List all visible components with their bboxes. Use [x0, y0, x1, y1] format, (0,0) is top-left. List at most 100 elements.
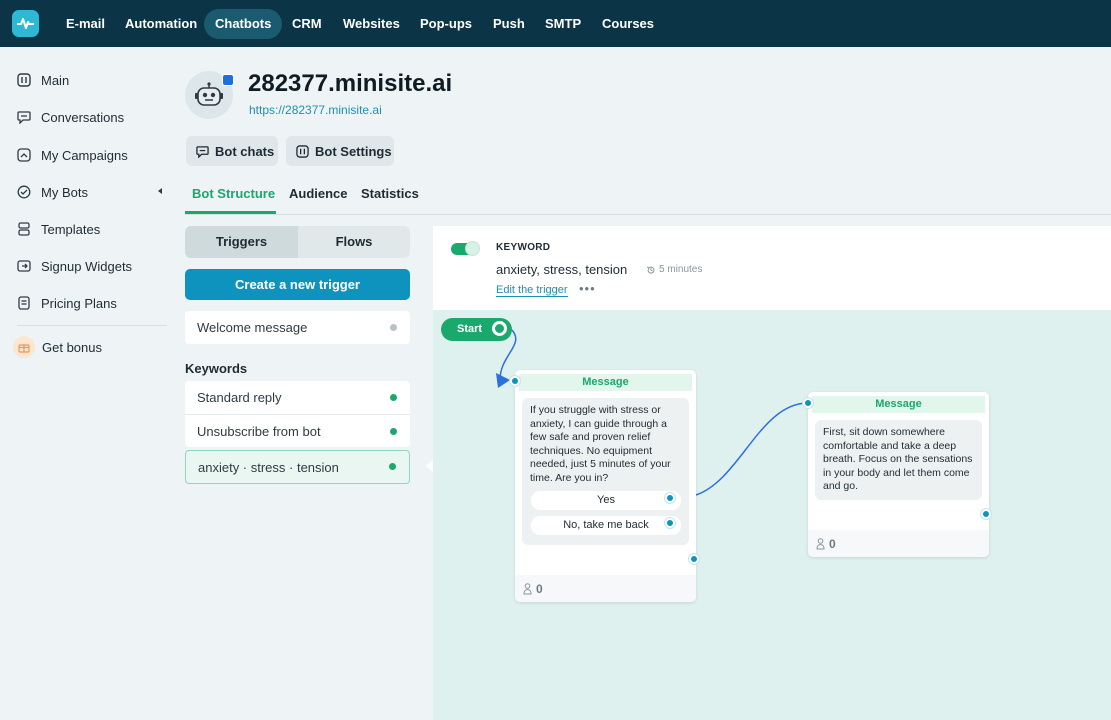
message-card-2[interactable]: Message First, sit down somewhere comfor…: [808, 392, 989, 557]
nav-courses[interactable]: Courses: [591, 9, 665, 39]
start-port-icon[interactable]: [492, 321, 507, 336]
app-logo-icon[interactable]: [12, 10, 39, 37]
nav-email[interactable]: E-mail: [55, 9, 116, 39]
input-port-icon[interactable]: [510, 376, 520, 386]
message-text: First, sit down somewhere comfortable an…: [823, 426, 973, 493]
user-icon: [816, 537, 825, 550]
bot-icon: [17, 185, 31, 199]
trigger-label: Unsubscribe from bot: [197, 423, 321, 439]
dashboard-icon: [17, 73, 31, 87]
sidebar-item-signup-widgets[interactable]: Signup Widgets: [17, 255, 132, 277]
nav-smtp[interactable]: SMTP: [534, 9, 592, 39]
sidebar-item-label: Conversations: [41, 109, 125, 125]
trigger-anxiety-stress-tension[interactable]: anxiety · stress · tension: [185, 450, 410, 484]
subscriber-count: 0: [536, 581, 543, 596]
bot-settings-button[interactable]: Bot Settings: [286, 136, 394, 166]
sidebar-divider: [17, 325, 167, 326]
nav-automation[interactable]: Automation: [114, 9, 208, 39]
nav-popups[interactable]: Pop-ups: [409, 9, 483, 39]
tab-audience[interactable]: Audience: [289, 186, 348, 201]
gift-icon: [13, 336, 35, 358]
sidebar-item-get-bonus[interactable]: Get bonus: [13, 336, 102, 358]
trigger-delay: 5 minutes: [646, 264, 702, 275]
pricing-icon: [17, 296, 31, 310]
sidebar-item-label: Templates: [41, 221, 101, 237]
output-port-icon[interactable]: [665, 518, 675, 528]
chat-icon: [17, 110, 31, 124]
campaign-icon: [17, 148, 31, 162]
trigger-label: Standard reply: [197, 390, 282, 405]
status-dot-active: [390, 428, 397, 435]
card-header: Message: [519, 374, 692, 391]
sidebar-item-label: Get bonus: [42, 339, 102, 355]
trigger-standard-reply[interactable]: Standard reply: [185, 381, 410, 414]
trigger-type-label: KEYWORD: [496, 242, 551, 253]
card-header: Message: [812, 396, 985, 413]
sidebar-item-conversations[interactable]: Conversations: [17, 106, 124, 128]
edit-trigger-link[interactable]: Edit the trigger: [496, 284, 568, 297]
sidebar: Main Conversations My Campaigns My Bots …: [0, 47, 170, 720]
trigger-welcome-message[interactable]: Welcome message: [185, 311, 410, 344]
message-text: If you struggle with stress or anxiety, …: [530, 404, 671, 484]
tab-statistics[interactable]: Statistics: [361, 186, 419, 201]
bot-url-link[interactable]: https://282377.minisite.ai: [249, 103, 382, 117]
bot-settings-label: Bot Settings: [315, 143, 392, 159]
sidebar-item-pricing-plans[interactable]: Pricing Plans: [17, 292, 117, 314]
sidebar-item-label: My Campaigns: [41, 147, 128, 163]
trigger-keywords: anxiety, stress, tension: [496, 262, 628, 277]
selection-pointer: [426, 460, 433, 472]
segment-triggers[interactable]: Triggers: [185, 226, 298, 258]
nav-websites[interactable]: Websites: [332, 9, 411, 39]
top-navbar: E-mail Automation Chatbots CRM Websites …: [0, 0, 1111, 47]
trigger-unsubscribe[interactable]: Unsubscribe from bot: [185, 414, 410, 447]
sidebar-item-label: Main: [41, 72, 70, 88]
user-icon: [523, 582, 532, 595]
output-port-icon[interactable]: [981, 509, 991, 519]
bot-chats-button[interactable]: Bot chats: [186, 136, 278, 166]
triggers-flows-switch: Triggers Flows: [185, 226, 410, 258]
output-port-icon[interactable]: [665, 493, 675, 503]
input-port-icon[interactable]: [803, 398, 813, 408]
nav-crm[interactable]: CRM: [281, 9, 333, 39]
tab-bot-structure[interactable]: Bot Structure: [192, 186, 275, 201]
robot-icon: [195, 82, 223, 106]
nav-chatbots[interactable]: Chatbots: [204, 9, 283, 39]
status-dot-active: [389, 463, 396, 470]
sidebar-item-my-bots[interactable]: My Bots: [17, 181, 162, 203]
sidebar-item-label: Signup Widgets: [41, 258, 133, 274]
tabs-divider: [185, 214, 1111, 215]
sidebar-item-campaigns[interactable]: My Campaigns: [17, 144, 128, 166]
collapse-caret-icon[interactable]: [158, 188, 162, 194]
reply-button-no[interactable]: No, take me back: [531, 516, 681, 535]
trigger-label: anxiety · stress · tension: [198, 459, 339, 475]
bot-chats-label: Bot chats: [215, 143, 275, 159]
chat-icon: [196, 145, 209, 158]
sidebar-item-label: Pricing Plans: [41, 295, 117, 311]
page-title: 282377.minisite.ai: [248, 70, 453, 97]
subscriber-count: 0: [829, 536, 836, 551]
reply-button-yes[interactable]: Yes: [531, 491, 681, 510]
message-bubble: First, sit down somewhere comfortable an…: [815, 420, 982, 500]
nav-push[interactable]: Push: [482, 9, 536, 39]
templates-icon: [17, 222, 31, 236]
status-dot-active: [390, 394, 397, 401]
sidebar-item-label: My Bots: [41, 184, 88, 200]
message-card-1[interactable]: Message If you struggle with stress or a…: [515, 370, 696, 602]
keywords-heading: Keywords: [185, 361, 248, 376]
card-footer: 0: [515, 575, 696, 602]
status-dot-inactive: [390, 324, 397, 331]
card-footer: 0: [808, 530, 989, 557]
toggle-knob[interactable]: [465, 241, 480, 256]
widget-icon: [17, 259, 31, 273]
messenger-badge-icon: [222, 74, 234, 86]
output-port-icon[interactable]: [689, 554, 699, 564]
sidebar-item-templates[interactable]: Templates: [17, 218, 100, 240]
history-icon: [646, 265, 656, 275]
trigger-label: Welcome message: [197, 320, 308, 335]
more-options-icon[interactable]: •••: [579, 281, 596, 296]
settings-icon: [296, 144, 309, 158]
segment-flows[interactable]: Flows: [298, 226, 410, 258]
trigger-delay-value: 5 minutes: [659, 264, 703, 275]
create-trigger-button[interactable]: Create a new trigger: [185, 269, 410, 300]
sidebar-item-main[interactable]: Main: [17, 69, 69, 91]
